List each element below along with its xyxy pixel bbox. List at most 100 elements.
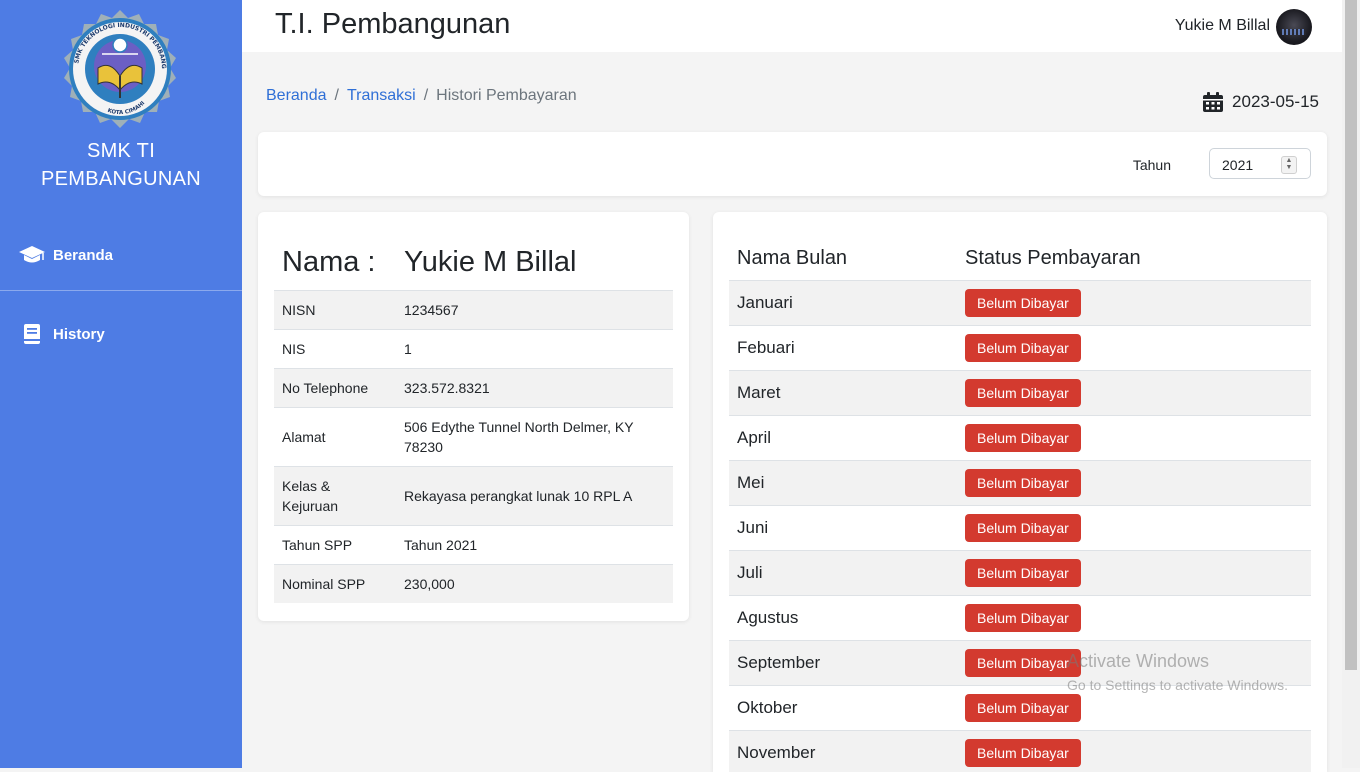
- sidebar-item-history[interactable]: History: [0, 314, 242, 354]
- month-name: Januari: [729, 281, 957, 326]
- status-cell: Belum Dibayar: [957, 461, 1311, 506]
- payment-row: Agustus Belum Dibayar: [729, 596, 1311, 641]
- payment-row: Maret Belum Dibayar: [729, 371, 1311, 416]
- payment-row: Januari Belum Dibayar: [729, 281, 1311, 326]
- month-name: November: [729, 731, 957, 772]
- profile-row-value: 506 Edythe Tunnel North Delmer, KY 78230: [396, 408, 673, 467]
- status-badge[interactable]: Belum Dibayar: [965, 694, 1081, 722]
- status-cell: Belum Dibayar: [957, 326, 1311, 371]
- month-name: Juni: [729, 506, 957, 551]
- payment-table-header: Nama Bulan Status Pembayaran: [729, 236, 1311, 281]
- month-name: September: [729, 641, 957, 686]
- school-name: SMK TI PEMBANGUNAN: [0, 137, 242, 193]
- status-badge[interactable]: Belum Dibayar: [965, 559, 1081, 587]
- graduation-cap-icon: [18, 244, 46, 266]
- school-logo: SMK TEKNOLOGI INDUSTRI PEMBANGUNAN KOTA …: [58, 8, 182, 132]
- month-name: Agustus: [729, 596, 957, 641]
- payment-row: April Belum Dibayar: [729, 416, 1311, 461]
- profile-row-value: Tahun 2021: [396, 526, 673, 565]
- status-cell: Belum Dibayar: [957, 371, 1311, 416]
- profile-row: Nominal SPP230,000: [274, 565, 673, 604]
- sidebar-divider: [0, 290, 242, 291]
- breadcrumb-separator: /: [335, 87, 339, 104]
- month-name: Juli: [729, 551, 957, 596]
- profile-card: Nama : Yukie M Billal NISN1234567NIS1No …: [258, 212, 689, 621]
- status-cell: Belum Dibayar: [957, 416, 1311, 461]
- year-spinner[interactable]: ▲▼: [1281, 156, 1297, 174]
- status-badge[interactable]: Belum Dibayar: [965, 739, 1081, 767]
- status-badge[interactable]: Belum Dibayar: [965, 469, 1081, 497]
- column-header-month: Nama Bulan: [729, 236, 957, 281]
- profile-row-key: Kelas & Kejuruan: [274, 467, 396, 526]
- month-name: Mei: [729, 461, 957, 506]
- breadcrumb-beranda[interactable]: Beranda: [266, 87, 327, 104]
- payment-row: Mei Belum Dibayar: [729, 461, 1311, 506]
- app-title: T.I. Pembangunan: [275, 8, 510, 41]
- payment-row: November Belum Dibayar: [729, 731, 1311, 772]
- filter-card: Tahun 2021 ▲▼: [258, 132, 1327, 196]
- profile-row-value: 1234567: [396, 291, 673, 330]
- payment-row: Juni Belum Dibayar: [729, 506, 1311, 551]
- sidebar-item-beranda[interactable]: Beranda: [0, 235, 242, 275]
- profile-row-key: Alamat: [274, 408, 396, 467]
- book-icon: [18, 323, 46, 345]
- year-value: 2021: [1222, 157, 1253, 173]
- breadcrumb-transaksi[interactable]: Transaksi: [347, 87, 416, 104]
- profile-row: Kelas & KejuruanRekayasa perangkat lunak…: [274, 467, 673, 526]
- profile-row-key: NIS: [274, 330, 396, 369]
- month-name: Oktober: [729, 686, 957, 731]
- name-label: Nama :: [282, 246, 404, 279]
- profile-name-heading: Nama : Yukie M Billal: [282, 246, 576, 279]
- scrollbar-thumb[interactable]: [1345, 0, 1357, 670]
- school-name-line1: SMK TI: [0, 137, 242, 165]
- profile-row-key: No Telephone: [274, 369, 396, 408]
- status-badge[interactable]: Belum Dibayar: [965, 604, 1081, 632]
- payment-row: Febuari Belum Dibayar: [729, 326, 1311, 371]
- profile-row: Alamat506 Edythe Tunnel North Delmer, KY…: [274, 408, 673, 467]
- status-badge[interactable]: Belum Dibayar: [965, 424, 1081, 452]
- top-bar: T.I. Pembangunan Yukie M Billal: [242, 0, 1342, 52]
- date-text: 2023-05-15: [1232, 92, 1319, 112]
- profile-row-key: NISN: [274, 291, 396, 330]
- breadcrumb-separator: /: [424, 87, 428, 104]
- status-badge[interactable]: Belum Dibayar: [965, 514, 1081, 542]
- status-badge[interactable]: Belum Dibayar: [965, 289, 1081, 317]
- profile-table: NISN1234567NIS1No Telephone323.572.8321A…: [274, 290, 673, 603]
- watermark-title: Activate Windows: [1067, 651, 1209, 672]
- year-label: Tahun: [1133, 157, 1171, 173]
- sidebar: SMK TEKNOLOGI INDUSTRI PEMBANGUNAN KOTA …: [0, 0, 242, 768]
- month-name: April: [729, 416, 957, 461]
- profile-row-value: Rekayasa perangkat lunak 10 RPL A: [396, 467, 673, 526]
- profile-row-value: 323.572.8321: [396, 369, 673, 408]
- status-cell: Belum Dibayar: [957, 731, 1311, 772]
- year-input[interactable]: 2021 ▲▼: [1209, 148, 1311, 179]
- watermark-subtitle: Go to Settings to activate Windows.: [1067, 677, 1288, 693]
- column-header-status: Status Pembayaran: [957, 236, 1311, 281]
- profile-row: No Telephone323.572.8321: [274, 369, 673, 408]
- profile-row-value: 1: [396, 330, 673, 369]
- status-cell: Belum Dibayar: [957, 551, 1311, 596]
- profile-row-value: 230,000: [396, 565, 673, 604]
- profile-row-key: Nominal SPP: [274, 565, 396, 604]
- page-scrollbar[interactable]: [1342, 0, 1360, 768]
- status-cell: Belum Dibayar: [957, 281, 1311, 326]
- sidebar-item-label: History: [53, 326, 105, 343]
- status-badge[interactable]: Belum Dibayar: [965, 379, 1081, 407]
- month-name: Maret: [729, 371, 957, 416]
- status-cell: Belum Dibayar: [957, 506, 1311, 551]
- current-date: 2023-05-15: [1202, 91, 1319, 113]
- profile-row: Tahun SPPTahun 2021: [274, 526, 673, 565]
- month-name: Febuari: [729, 326, 957, 371]
- avatar[interactable]: [1276, 9, 1312, 45]
- status-badge[interactable]: Belum Dibayar: [965, 334, 1081, 362]
- profile-row: NISN1234567: [274, 291, 673, 330]
- user-name[interactable]: Yukie M Billal: [1175, 17, 1270, 35]
- status-badge[interactable]: Belum Dibayar: [965, 649, 1081, 677]
- sidebar-item-label: Beranda: [53, 247, 113, 264]
- payment-row: Juli Belum Dibayar: [729, 551, 1311, 596]
- profile-row: NIS1: [274, 330, 673, 369]
- breadcrumb: Beranda / Transaksi / Histori Pembayaran: [266, 87, 577, 105]
- breadcrumb-current: Histori Pembayaran: [436, 87, 577, 104]
- school-name-line2: PEMBANGUNAN: [0, 165, 242, 193]
- name-value: Yukie M Billal: [404, 246, 576, 279]
